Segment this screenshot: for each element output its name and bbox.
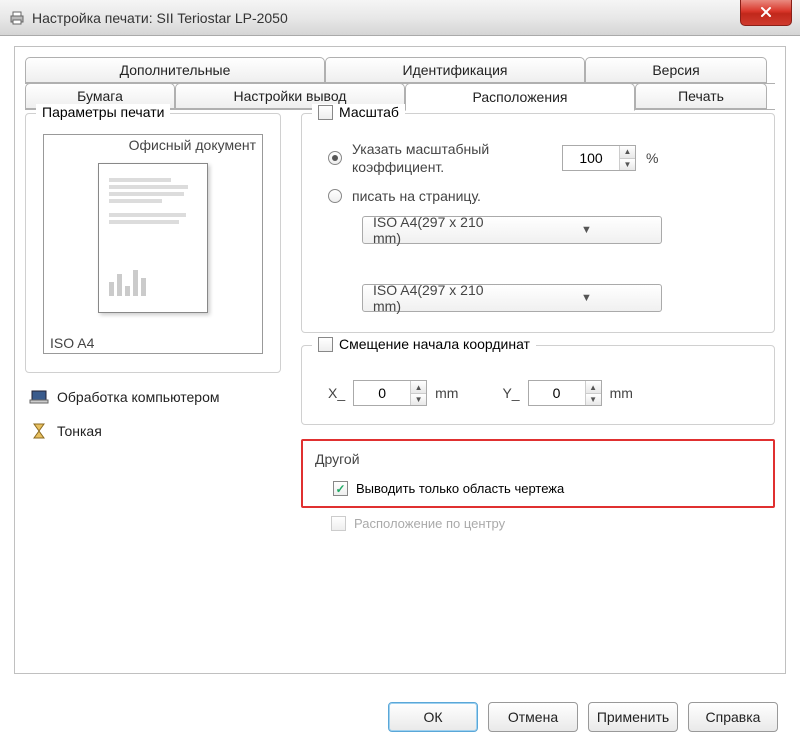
- y-unit: mm: [610, 385, 633, 401]
- checkbox-label: Выводить только область чертежа: [356, 481, 564, 496]
- tab-label: Бумага: [77, 88, 123, 104]
- tab-additional[interactable]: Дополнительные: [25, 57, 325, 83]
- tab-label: Дополнительные: [120, 62, 231, 78]
- tab-content: Параметры печати Офисный документ: [25, 113, 775, 663]
- offset-x-input[interactable]: ▲▼: [353, 380, 427, 406]
- item-label: Обработка компьютером: [57, 389, 220, 405]
- spinner[interactable]: ▲▼: [410, 381, 426, 405]
- tab-label: Расположения: [473, 89, 568, 105]
- offset-y-input[interactable]: ▲▼: [528, 380, 602, 406]
- cancel-button[interactable]: Отмена: [488, 702, 578, 732]
- spinner[interactable]: ▲▼: [585, 381, 601, 405]
- ok-button[interactable]: ОК: [388, 702, 478, 732]
- help-button[interactable]: Справка: [688, 702, 778, 732]
- group-legend: Смещение начала координат: [312, 336, 536, 352]
- right-column: Масштаб Указать масштабный коэффициент. …: [291, 113, 775, 663]
- group-legend: Масштаб: [312, 104, 405, 120]
- page-size-combo-1[interactable]: ISO A4(297 x 210 mm) ▼: [362, 216, 662, 244]
- close-icon: [760, 5, 772, 21]
- laptop-icon: [29, 387, 49, 407]
- other-group-highlight: Другой Выводить только область чертежа: [301, 439, 775, 508]
- radio-icon: [328, 189, 342, 203]
- item-computer-processing[interactable]: Обработка компьютером: [29, 387, 277, 407]
- scale-factor-field[interactable]: [563, 146, 619, 170]
- titlebar: Настройка печати: SII Teriostar LP-2050: [0, 0, 800, 36]
- combo-value: ISO A4(297 x 210 mm): [363, 282, 512, 314]
- drawing-area-checkbox[interactable]: [333, 481, 348, 496]
- percent-label: %: [646, 150, 658, 166]
- print-settings-window: Настройка печати: SII Teriostar LP-2050 …: [0, 0, 800, 746]
- page-size-combo-2[interactable]: ISO A4(297 x 210 mm) ▼: [362, 284, 662, 312]
- tab-label: Настройки вывод: [234, 88, 347, 104]
- printer-icon: [8, 9, 26, 27]
- item-label: Тонкая: [57, 423, 102, 439]
- client-area: Дополнительные Идентификация Версия Бума…: [0, 36, 800, 688]
- radio-scale-factor[interactable]: Указать масштабный коэффициент. ▲▼ %: [328, 140, 762, 176]
- radio-icon: [328, 151, 342, 165]
- y-label: Y_: [502, 385, 519, 401]
- spinner[interactable]: ▲▼: [619, 146, 635, 170]
- radio-label: писать на страницу.: [352, 188, 481, 204]
- close-button[interactable]: [740, 0, 792, 26]
- tab-layout[interactable]: Расположения: [405, 83, 635, 111]
- group-legend: Параметры печати: [36, 104, 170, 120]
- item-fine[interactable]: Тонкая: [29, 421, 277, 441]
- checkbox-label: Расположение по центру: [354, 516, 505, 531]
- radio-label: Указать масштабный коэффициент.: [352, 140, 552, 176]
- offset-enable-checkbox[interactable]: [318, 337, 333, 352]
- chevron-down-icon: ▼: [512, 292, 661, 304]
- hourglass-icon: [29, 421, 49, 441]
- print-params-group: Параметры печати Офисный документ: [25, 113, 281, 373]
- left-column: Параметры печати Офисный документ: [25, 113, 291, 663]
- checkbox-drawing-area-row[interactable]: Выводить только область чертежа: [333, 481, 761, 496]
- x-label: X_: [328, 385, 345, 401]
- combo-value: ISO A4(297 x 210 mm): [363, 214, 512, 246]
- other-group-title: Другой: [315, 451, 761, 467]
- scale-enable-checkbox[interactable]: [318, 105, 333, 120]
- tab-label: Печать: [678, 88, 724, 104]
- scale-factor-input[interactable]: ▲▼: [562, 145, 636, 171]
- preview-paper-size: ISO A4: [50, 335, 94, 351]
- x-unit: mm: [435, 385, 458, 401]
- radio-fit-to-page[interactable]: писать на страницу.: [328, 188, 762, 204]
- dialog-buttons: ОК Отмена Применить Справка: [388, 702, 778, 732]
- apply-button[interactable]: Применить: [588, 702, 678, 732]
- tab-label: Версия: [652, 62, 699, 78]
- preview-doc-type: Офисный документ: [129, 137, 256, 153]
- tab-identification[interactable]: Идентификация: [325, 57, 585, 83]
- offset-y-field[interactable]: [529, 381, 585, 405]
- dialog-frame: Дополнительные Идентификация Версия Бума…: [14, 46, 786, 674]
- page-thumbnail: [98, 163, 208, 313]
- chevron-down-icon: ▼: [512, 224, 661, 236]
- tab-print[interactable]: Печать: [635, 83, 767, 109]
- tab-version[interactable]: Версия: [585, 57, 767, 83]
- checkbox-center-row: Расположение по центру: [331, 516, 775, 531]
- scale-group: Масштаб Указать масштабный коэффициент. …: [301, 113, 775, 333]
- page-preview: Офисный документ: [43, 134, 263, 354]
- window-title: Настройка печати: SII Teriostar LP-2050: [32, 10, 288, 26]
- origin-offset-group: Смещение начала координат X_ ▲▼ mm Y_: [301, 345, 775, 425]
- center-checkbox: [331, 516, 346, 531]
- tab-label: Идентификация: [403, 62, 508, 78]
- offset-x-field[interactable]: [354, 381, 410, 405]
